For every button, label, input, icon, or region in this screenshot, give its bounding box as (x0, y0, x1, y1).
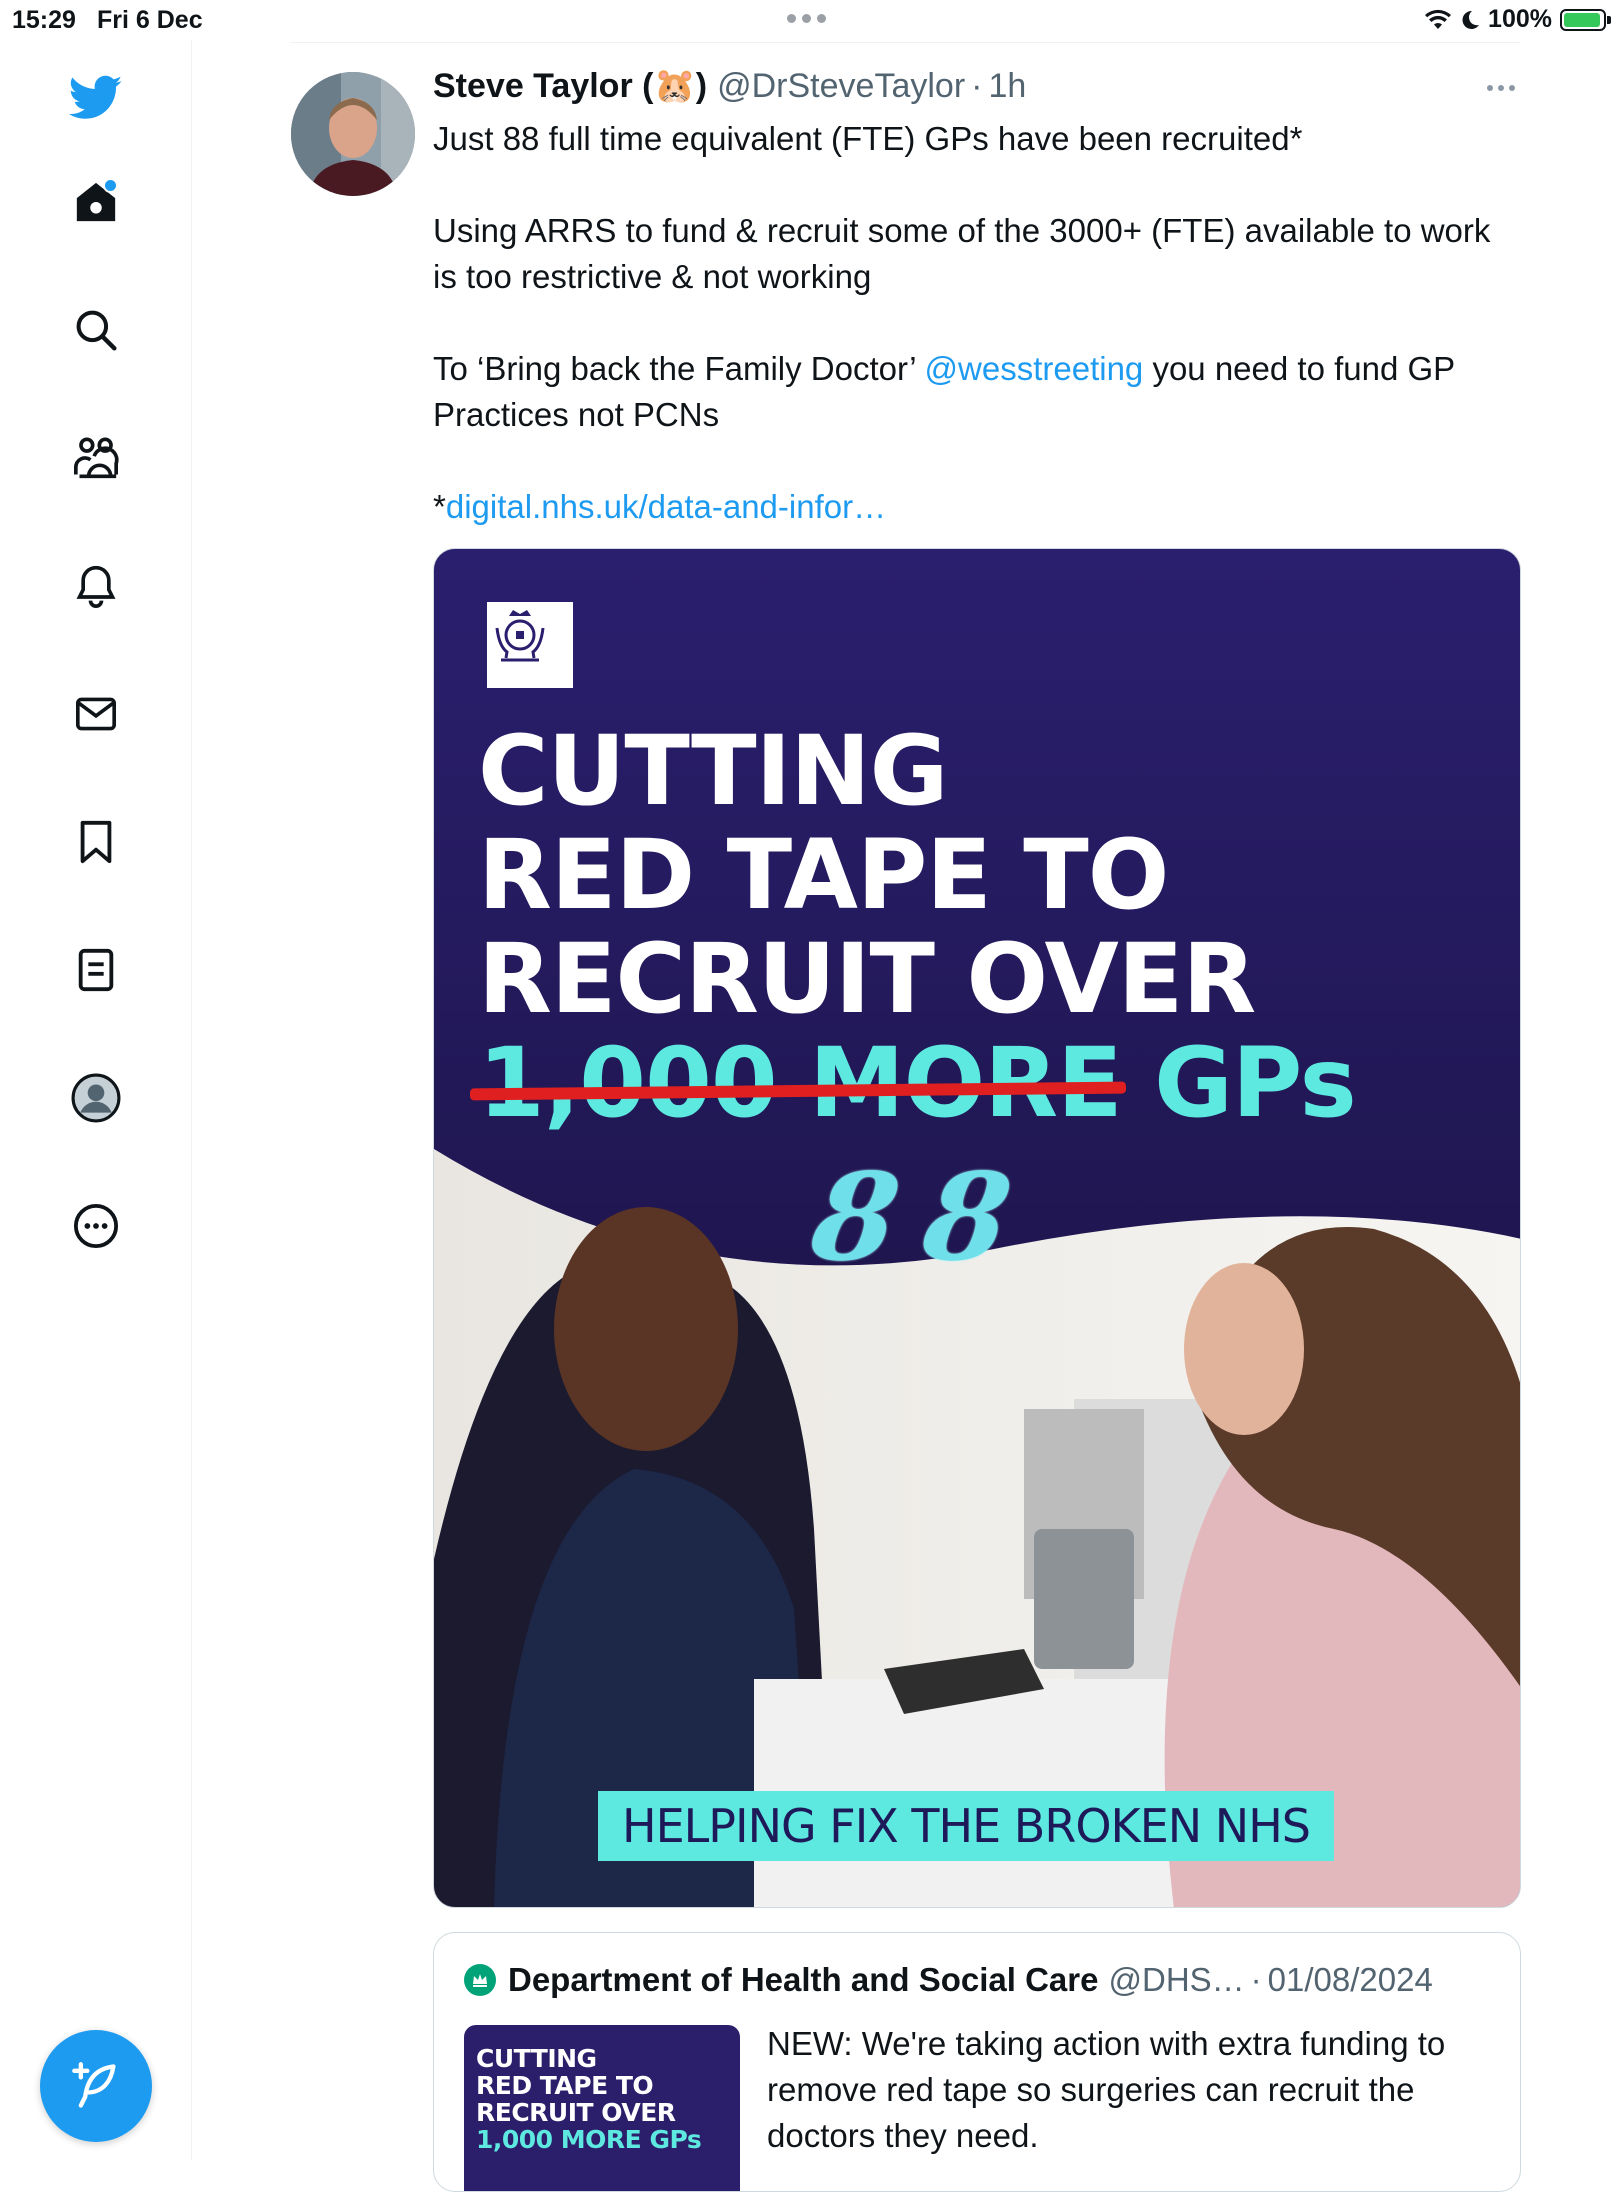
sidebar-item-notifications[interactable] (68, 558, 124, 614)
list-icon (78, 948, 114, 992)
external-link[interactable]: digital.nhs.uk/data-and-infor… (446, 488, 886, 525)
author-handle[interactable]: @DrSteveTaylor (717, 67, 965, 106)
quote-thumbnail: CUTTING RED TAPE TO RECRUIT OVER 1,000 M… (464, 2025, 740, 2191)
battery-icon (1560, 8, 1611, 31)
wifi-icon (1425, 9, 1452, 29)
search-icon (76, 310, 117, 351)
tweet-media-image[interactable]: CUTTING RED TAPE TO RECRUIT OVER 1,000 M… (433, 548, 1521, 1908)
quote-separator: · (1250, 1961, 1262, 1998)
sidebar (0, 40, 192, 2160)
struck-text: 1,000 MORE (478, 1027, 1123, 1139)
tweet-text-footnote: *digital.nhs.uk/data-and-infor… (433, 488, 887, 525)
crown-icon (464, 1964, 496, 1996)
sidebar-item-home[interactable] (68, 174, 124, 230)
status-date: Fri 6 Dec (97, 6, 203, 34)
quote-date: 01/08/2024 (1267, 1961, 1433, 1998)
headline-gps: GPs (1154, 1027, 1357, 1139)
author-name[interactable]: Steve Taylor (🐹) (433, 66, 707, 106)
battery-percent: 100% (1488, 5, 1552, 33)
sidebar-item-profile[interactable] (68, 1070, 124, 1126)
tweet-text-line1: Just 88 full time equivalent (FTE) GPs h… (433, 120, 1303, 157)
tweet-more-icon[interactable] (1486, 80, 1516, 98)
quote-thumbnail-text: CUTTING RED TAPE TO RECRUIT OVER 1,000 M… (476, 2044, 702, 2154)
moon-icon (1462, 10, 1480, 29)
tweet-text-para3: To ‘Bring back the Family Doctor’ @wesst… (433, 350, 1455, 433)
status-indicators: 100% (1424, 5, 1611, 34)
headline-line2: RED TAPE TO (478, 819, 1169, 931)
sidebar-item-bookmarks[interactable] (68, 814, 124, 870)
quote-text: NEW: We're taking action with extra fund… (767, 2025, 1446, 2154)
royal-crest-logo (487, 602, 573, 688)
quote-header: Department of Health and Social Care @DH… (464, 1961, 1433, 1999)
twitter-logo-icon[interactable] (68, 70, 124, 126)
sidebar-item-communities[interactable] (68, 430, 124, 486)
status-bar: 15:29 Fri 6 Dec 100% (0, 0, 1620, 40)
tweet-text: Just 88 full time equivalent (FTE) GPs h… (433, 116, 1523, 576)
handwritten-number: 88 (804, 1147, 1047, 1288)
sidebar-item-lists[interactable] (68, 942, 124, 998)
quote-author-handle[interactable]: @DHS… (1108, 1961, 1244, 1999)
separator-dot: · (971, 66, 983, 105)
tweet-header: Steve Taylor (🐹) @DrSteveTaylor · 1h (433, 66, 1026, 106)
tweet-text-para2: Using ARRS to fund & recruit some of the… (433, 212, 1491, 295)
media-banner: HELPING FIX THE BROKEN NHS (598, 1791, 1334, 1861)
mail-icon (76, 697, 116, 731)
compose-feather-icon (72, 2062, 116, 2108)
sidebar-item-more[interactable] (68, 1198, 124, 1254)
quoted-tweet-card[interactable]: Department of Health and Social Care @DH… (433, 1932, 1521, 2192)
tweet-timestamp[interactable]: 1h (988, 67, 1026, 106)
multitasking-dots-icon[interactable] (787, 14, 826, 23)
more-circle-icon (73, 1203, 119, 1249)
headline-line3: RECRUIT OVER (478, 923, 1256, 1035)
bell-icon (76, 565, 116, 608)
headline-line4: 1,000 MORE GPs (478, 1027, 1357, 1139)
media-headline: CUTTING RED TAPE TO RECRUIT OVER 1,000 M… (478, 715, 1357, 1139)
mention-link[interactable]: @wesstreeting (925, 350, 1144, 387)
tweet-divider (290, 42, 1520, 43)
quote-author-name[interactable]: Department of Health and Social Care (508, 1961, 1098, 1999)
headline-line1: CUTTING (478, 715, 948, 827)
communities-icon (74, 437, 119, 479)
author-avatar[interactable] (291, 72, 415, 196)
sidebar-item-explore[interactable] (68, 302, 124, 358)
status-time: 15:29 (12, 6, 76, 34)
bookmark-icon (80, 820, 112, 864)
compose-tweet-button[interactable] (40, 2030, 152, 2142)
notification-dot (103, 178, 118, 193)
profile-icon (71, 1073, 121, 1123)
sidebar-item-messages[interactable] (68, 686, 124, 742)
